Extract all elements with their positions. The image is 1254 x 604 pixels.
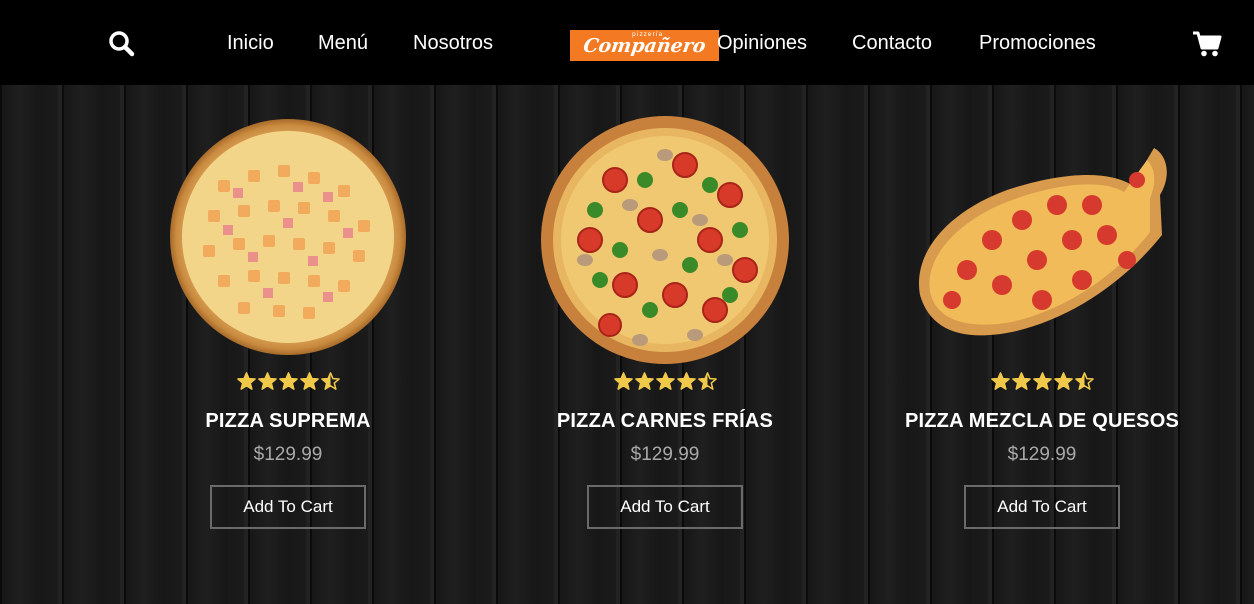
star-full-icon xyxy=(299,372,319,390)
pizza-mezcla-de-quesos-image[interactable] xyxy=(892,110,1192,365)
product-price: $129.99 xyxy=(630,444,700,465)
logo-text: Compañero xyxy=(581,35,708,57)
star-full-icon xyxy=(1053,372,1073,390)
pizza-suprema-image[interactable] xyxy=(138,110,438,365)
star-full-icon xyxy=(990,372,1010,390)
cart-icon[interactable] xyxy=(1192,30,1222,58)
product-card: PIZZA MEZCLA DE QUESOS $129.99 Add To Ca… xyxy=(892,110,1192,550)
nav-link-contacto[interactable]: Contacto xyxy=(852,30,932,56)
star-full-icon xyxy=(278,372,298,390)
search-icon[interactable] xyxy=(108,30,136,58)
star-full-icon xyxy=(676,372,696,390)
star-full-icon xyxy=(1011,372,1031,390)
product-price: $129.99 xyxy=(1007,444,1077,465)
nav-link-inicio[interactable]: Inicio xyxy=(227,30,274,56)
rating-stars xyxy=(892,372,1192,394)
brand-logo[interactable]: pizzería Compañero xyxy=(570,30,719,61)
rating-stars xyxy=(515,372,815,394)
add-to-cart-button[interactable]: Add To Cart xyxy=(964,485,1120,529)
add-to-cart-button[interactable]: Add To Cart xyxy=(210,485,366,529)
star-full-icon xyxy=(257,372,277,390)
nav-link-menu[interactable]: Menú xyxy=(318,30,368,56)
nav-link-nosotros[interactable]: Nosotros xyxy=(413,30,493,56)
top-navbar: Inicio Menú Nosotros pizzería Compañero … xyxy=(0,0,1254,85)
star-half-icon xyxy=(1074,372,1094,390)
nav-link-promociones[interactable]: Promociones xyxy=(979,30,1096,56)
product-card: PIZZA CARNES FRÍAS $129.99 Add To Cart xyxy=(515,110,815,550)
product-price: $129.99 xyxy=(253,444,323,465)
nav-link-opiniones[interactable]: Opiniones xyxy=(717,30,807,56)
star-full-icon xyxy=(613,372,633,390)
product-title[interactable]: PIZZA CARNES FRÍAS xyxy=(515,410,815,433)
star-half-icon xyxy=(697,372,717,390)
pizza-carnes-frias-image[interactable] xyxy=(515,110,815,365)
add-to-cart-button[interactable]: Add To Cart xyxy=(587,485,743,529)
product-title[interactable]: PIZZA MEZCLA DE QUESOS xyxy=(892,410,1192,433)
product-card: PIZZA SUPREMA $129.99 Add To Cart xyxy=(138,110,438,550)
star-full-icon xyxy=(655,372,675,390)
star-full-icon xyxy=(236,372,256,390)
product-title[interactable]: PIZZA SUPREMA xyxy=(138,410,438,433)
star-full-icon xyxy=(634,372,654,390)
star-full-icon xyxy=(1032,372,1052,390)
star-half-icon xyxy=(320,372,340,390)
rating-stars xyxy=(138,372,438,394)
